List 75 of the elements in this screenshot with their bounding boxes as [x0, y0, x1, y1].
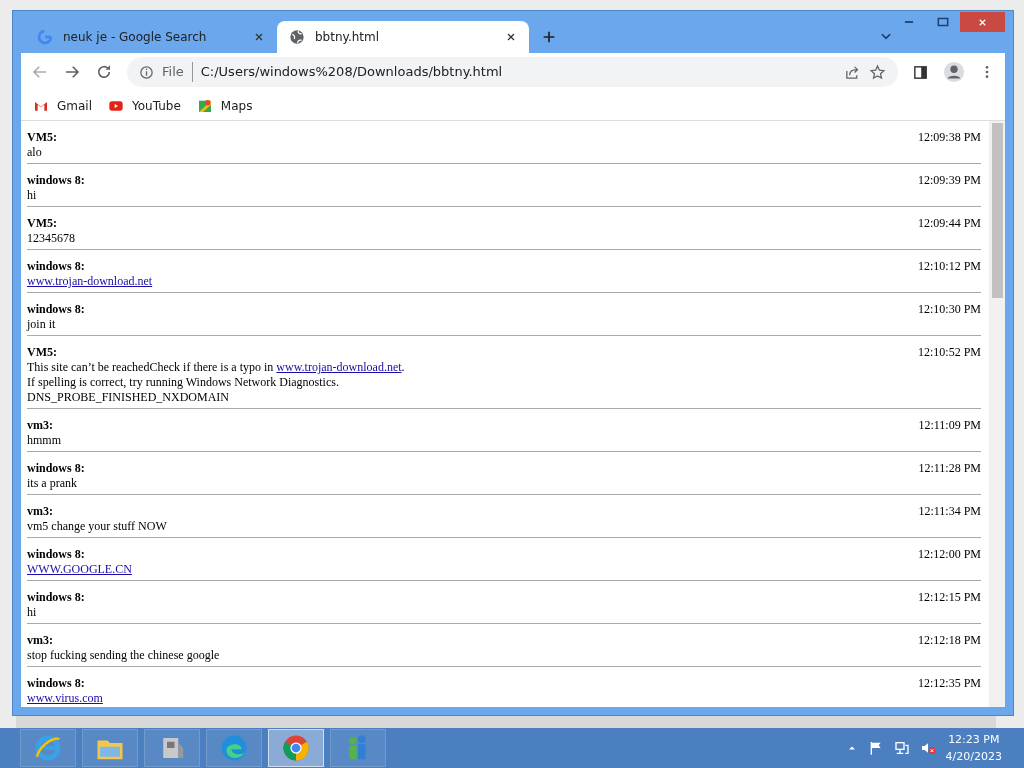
sender-name: vm3: — [27, 633, 54, 648]
timestamp: 12:12:00 PM — [918, 547, 981, 563]
bookmark-link[interactable]: Maps — [196, 96, 253, 115]
back-icon[interactable] — [31, 63, 49, 81]
bookmark-link[interactable]: YouTube — [108, 96, 181, 115]
scrollbar[interactable] — [16, 716, 996, 728]
message-text: vm5 change your stuff NOW — [27, 519, 167, 534]
message-text: hi — [27, 605, 38, 620]
message-text: stop fucking sending the chinese google — [27, 648, 220, 663]
timestamp: 12:11:28 PM — [918, 461, 981, 477]
google-icon — [37, 29, 53, 45]
sender-name: VM5: — [27, 345, 58, 360]
message-text: hmmm — [27, 433, 61, 448]
message-text: If spelling is correct, try running Windows Network Diagnostics. — [27, 375, 340, 390]
message-text: join it — [27, 317, 57, 332]
message-text: its a prank — [27, 476, 78, 491]
new-tab-icon[interactable] — [541, 29, 557, 45]
message-text: This site can’t be reachedCheck if there is a typo in www.trojan-download.net. — [27, 360, 405, 374]
bookmark-link[interactable]: Gmail — [33, 96, 92, 115]
message-link[interactable]: WWW.GOOGLE.CN — [27, 562, 132, 576]
message-text: 12345678 — [27, 231, 75, 246]
tab-title: neuk je - Google Search — [63, 29, 208, 46]
app-icon — [281, 733, 311, 763]
side-panel-icon[interactable] — [912, 63, 929, 81]
sender-name: windows 8: — [27, 590, 85, 605]
close-icon[interactable] — [253, 31, 265, 43]
tab-title: bbtny.html — [315, 29, 381, 46]
timestamp: 12:09:38 PM — [918, 130, 981, 146]
clock[interactable]: 12:23 PM 4/20/2023 — [945, 731, 1002, 765]
sender-name: windows 8: — [27, 302, 85, 317]
reload-icon[interactable] — [95, 63, 113, 81]
sender-name: windows 8: — [27, 461, 85, 476]
browser-tab[interactable]: bbtny.html — [277, 21, 529, 53]
sender-name: VM5: — [27, 130, 57, 145]
timestamp: 12:11:09 PM — [918, 418, 981, 434]
sender-name: windows 8: — [27, 547, 86, 562]
message-text: DNS_PROBE_FINISHED_NXDOMAIN — [27, 390, 230, 405]
taskbar-button[interactable] — [82, 729, 138, 767]
sender-name: vm3: — [27, 418, 54, 433]
sender-name: windows 8: — [27, 173, 85, 188]
map-icon — [196, 97, 213, 114]
timestamp: 12:10:12 PM — [918, 259, 981, 275]
timestamp: 12:11:34 PM — [918, 504, 981, 520]
scheme-label: File — [162, 62, 193, 82]
timestamp: 12:12:18 PM — [918, 633, 981, 649]
star-icon[interactable] — [869, 63, 886, 81]
avatar-icon[interactable] — [943, 61, 965, 83]
timestamp: 12:10:30 PM — [918, 302, 981, 318]
message-text: hi — [27, 188, 38, 203]
app-icon — [219, 733, 249, 763]
message-link[interactable]: www.virus.com — [27, 691, 103, 705]
info-icon[interactable] — [139, 64, 154, 80]
message-text: alo — [27, 145, 43, 160]
maximize-icon[interactable] — [936, 15, 950, 29]
scrollbar[interactable] — [989, 121, 1005, 707]
timestamp: 12:12:35 PM — [918, 676, 981, 692]
network-icon[interactable] — [893, 740, 910, 756]
timestamp: 12:09:44 PM — [918, 216, 981, 232]
globe-icon — [289, 29, 305, 45]
forward-icon[interactable] — [63, 63, 81, 81]
browser-tab[interactable]: neuk je - Google Search — [25, 21, 277, 53]
close-icon[interactable] — [505, 31, 517, 43]
timestamp: 12:09:39 PM — [918, 173, 981, 189]
sender-name: VM5: — [27, 216, 58, 231]
timestamp: 12:10:52 PM — [918, 345, 981, 361]
taskbar-button[interactable] — [268, 729, 324, 767]
sender-name: windows 8: — [27, 676, 86, 691]
url-text: C:/Users/windows%208/Downloads/bbtny.html — [200, 63, 504, 82]
app-icon — [33, 733, 63, 763]
address-bar[interactable]: File C:/Users/windows%208/Downloads/bbtny.html — [127, 57, 898, 87]
message-link[interactable]: www.trojan-download.net — [27, 274, 153, 288]
sender-name: vm3: — [27, 504, 54, 519]
sender-name: windows 8: — [27, 259, 86, 274]
timestamp: 12:12:15 PM — [918, 590, 981, 606]
message-link[interactable]: www.trojan-download.net — [276, 360, 402, 374]
